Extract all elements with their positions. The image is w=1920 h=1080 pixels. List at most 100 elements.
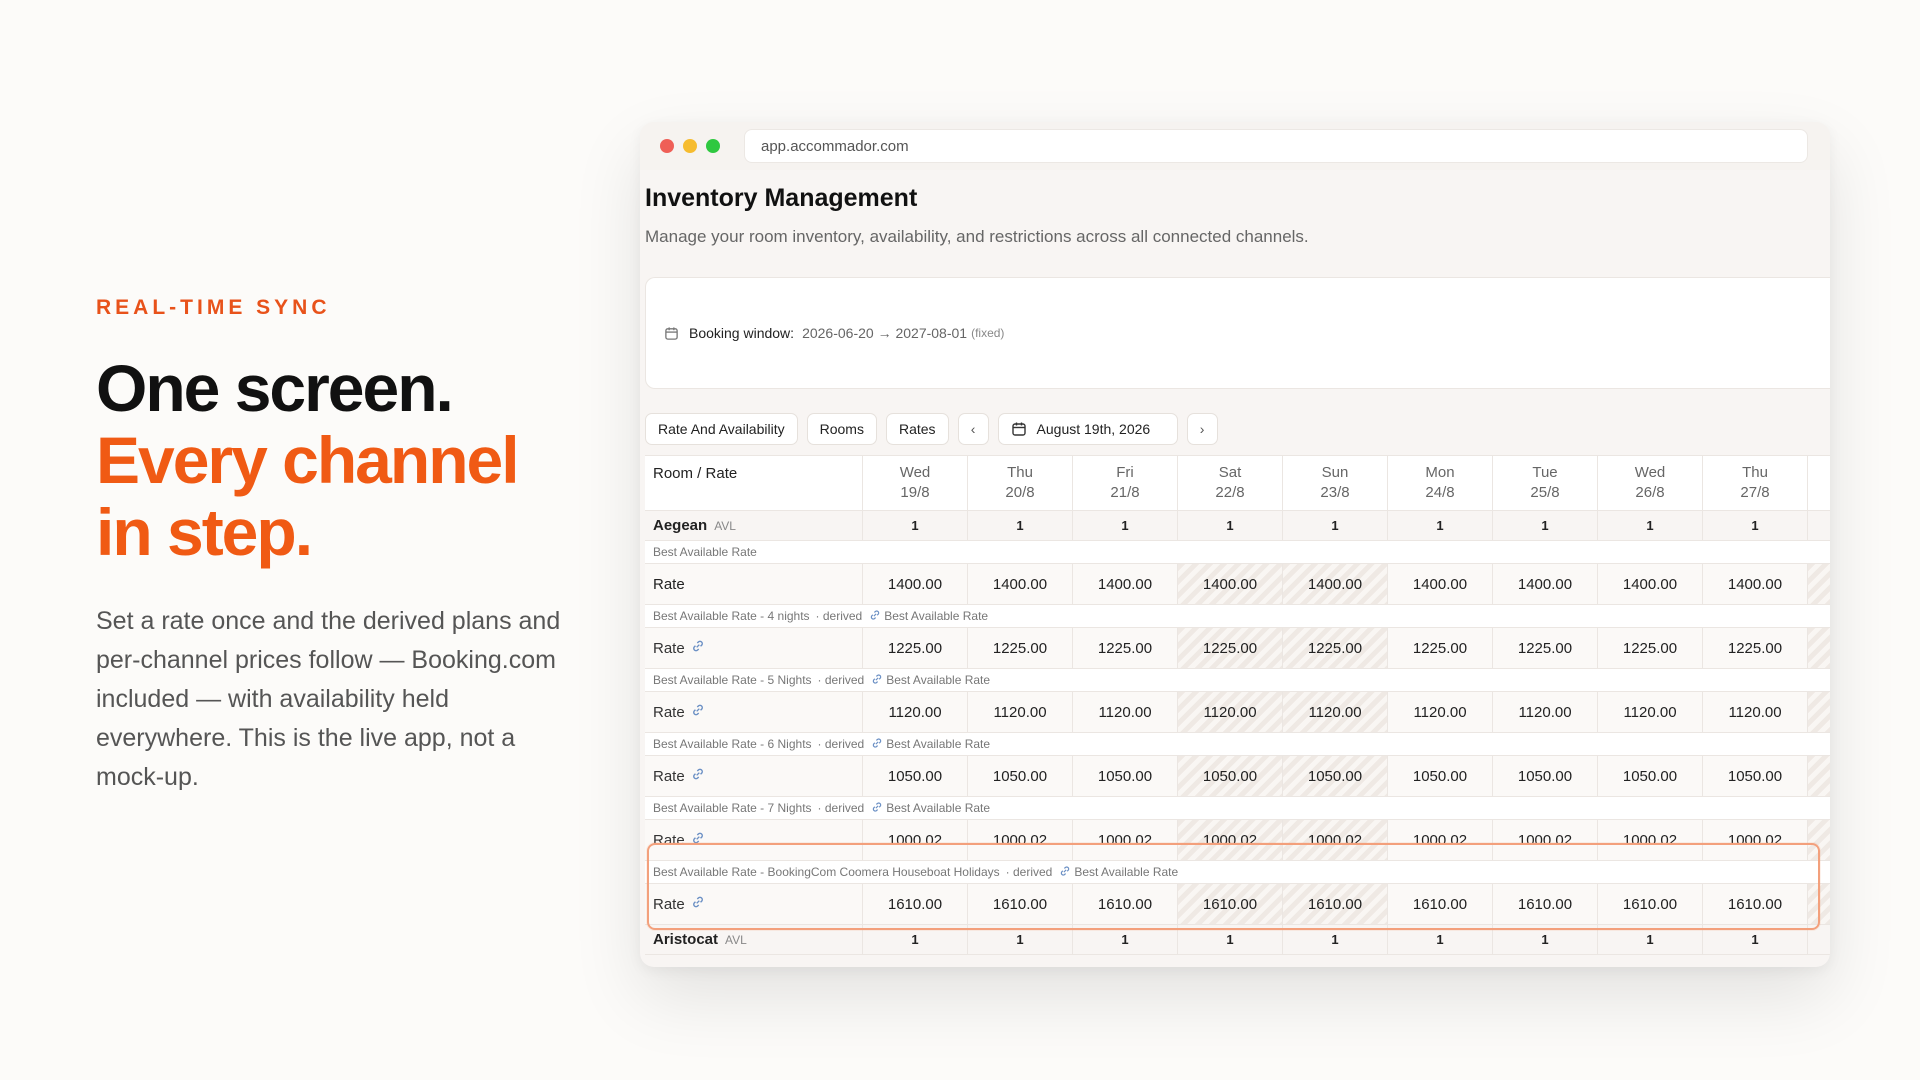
rate-value-cell[interactable]: 1225.00 [1703, 628, 1808, 668]
eyebrow: REAL-TIME SYNC [96, 296, 331, 319]
rate-value-cell[interactable]: 1000.02 [1493, 820, 1598, 860]
rate-value-cell[interactable]: 1225.00 [1388, 628, 1493, 668]
rate-value-cell[interactable]: 1120.00 [1283, 692, 1388, 732]
availability-cell[interactable]: 1 [1388, 925, 1493, 954]
rate-value-cell[interactable]: 1000.02 [1073, 820, 1178, 860]
rate-label-cell: Rate [645, 692, 863, 732]
address-bar[interactable]: app.accommador.com [744, 129, 1808, 163]
maximize-dot-icon[interactable] [706, 139, 720, 153]
availability-cell[interactable]: 1 [1493, 925, 1598, 954]
rate-value-cell[interactable]: 1610.00 [1703, 884, 1808, 924]
rate-label-cell: Rate [645, 564, 863, 604]
rate-value-cell[interactable]: 1050.00 [1073, 756, 1178, 796]
rate-value-cell[interactable]: 1120.00 [968, 692, 1073, 732]
rate-value-cell[interactable]: 1400.00 [1493, 564, 1598, 604]
rate-value-cell[interactable]: 1400.00 [1598, 564, 1703, 604]
next-date-button[interactable]: › [1186, 413, 1218, 445]
tab-rates[interactable]: Rates [885, 413, 949, 445]
rate-value-cell[interactable]: 1050.00 [1703, 756, 1808, 796]
rate-value-cell[interactable]: 1050.00 [1598, 756, 1703, 796]
rate-value-cell[interactable]: 1120.00 [863, 692, 968, 732]
availability-cell[interactable]: 1 [1388, 511, 1493, 540]
rate-value-cell[interactable]: 1225.00 [1073, 628, 1178, 668]
minimize-dot-icon[interactable] [683, 139, 697, 153]
rate-value-cell[interactable]: 1050.00 [1178, 756, 1283, 796]
rate-value-cell[interactable]: 1225.00 [1598, 628, 1703, 668]
availability-cell[interactable]: 1 [1073, 511, 1178, 540]
availability-cell[interactable]: 1 [1703, 925, 1808, 954]
rate-value-cell[interactable]: 1120.00 [1178, 692, 1283, 732]
rate-value-cell[interactable]: 1120.00 [1493, 692, 1598, 732]
availability-cell[interactable]: 1 [1703, 511, 1808, 540]
room-name-cell[interactable]: Aristocat AVL [645, 925, 863, 954]
rate-value-cell[interactable]: 1400.00 [1073, 564, 1178, 604]
close-dot-icon[interactable] [660, 139, 674, 153]
rate-value-cell[interactable]: 1610.00 [1178, 884, 1283, 924]
rate-value-cell[interactable]: 1120.00 [1388, 692, 1493, 732]
availability-cell[interactable]: 1 [968, 925, 1073, 954]
rate-value-cell[interactable]: 1400.00 [1283, 564, 1388, 604]
rate-value-cell[interactable]: 1050.00 [968, 756, 1073, 796]
tab-rooms[interactable]: Rooms [806, 413, 877, 445]
rate-value-cell[interactable]: 1610.00 [1073, 884, 1178, 924]
day-date: 25/8 [1530, 484, 1560, 501]
rate-value-cell[interactable]: 1000.02 [1388, 820, 1493, 860]
date-picker-label: August 19th, 2026 [1036, 421, 1151, 437]
rate-value-cell[interactable]: 1000.02 [1283, 820, 1388, 860]
booking-window-card: Booking window: 2026-06-20 → 2027-08-01 … [645, 277, 1830, 389]
rate-value-cell[interactable]: 1000.02 [1178, 820, 1283, 860]
rate-value-cell[interactable]: 1610.00 [968, 884, 1073, 924]
rate-value-cell[interactable]: 1120.00 [1073, 692, 1178, 732]
availability-cell[interactable]: 1 [863, 925, 968, 954]
availability-cell[interactable]: 1 [1283, 511, 1388, 540]
availability-cell[interactable]: 1 [968, 511, 1073, 540]
availability-cell[interactable]: 1 [1073, 925, 1178, 954]
availability-cell[interactable]: 1 [1283, 925, 1388, 954]
rate-value-cell[interactable]: 1225.00 [1178, 628, 1283, 668]
rate-value-cell[interactable]: 1000.02 [1703, 820, 1808, 860]
rate-value-cell[interactable]: 1225.00 [1283, 628, 1388, 668]
date-picker-button[interactable]: August 19th, 2026 [997, 413, 1178, 445]
rate-value-cell[interactable]: 1610.00 [1598, 884, 1703, 924]
rate-value-cell[interactable]: 1050.00 [1493, 756, 1598, 796]
parent-rate-plan: Best Available Rate [1074, 865, 1179, 879]
rate-value-cell[interactable]: 1225.00 [1493, 628, 1598, 668]
rate-value-cell[interactable]: 1225.00 [968, 628, 1073, 668]
rate-value-cell[interactable]: 1400.00 [968, 564, 1073, 604]
rate-value-cell[interactable]: 1610.00 [1388, 884, 1493, 924]
hero: REAL-TIME SYNC One screen. Every channel… [96, 296, 596, 797]
derived-tag: · derived [817, 673, 865, 687]
rate-label: Rate [653, 831, 685, 849]
availability-cell[interactable]: 1 [1598, 511, 1703, 540]
rate-value-cell[interactable]: 1400.00 [1388, 564, 1493, 604]
tab-rate-and-availability[interactable]: Rate And Availability [645, 413, 798, 445]
availability-cell[interactable]: 1 [1598, 925, 1703, 954]
link-icon [871, 673, 883, 688]
rate-value-cell[interactable]: 1050.00 [1283, 756, 1388, 796]
rate-value-cell[interactable]: 1225.00 [863, 628, 968, 668]
rate-value-cell[interactable]: 1000.02 [968, 820, 1073, 860]
rate-value-cell[interactable]: 1000.02 [863, 820, 968, 860]
derived-tag: · derived [815, 609, 863, 623]
rate-value-cell[interactable]: 1610.00 [1283, 884, 1388, 924]
parent-rate-plan: Best Available Rate [886, 737, 991, 751]
prev-date-button[interactable]: ‹ [957, 413, 989, 445]
rate-value-cell[interactable]: 1610.00 [1493, 884, 1598, 924]
rate-value-cell[interactable]: 1000.02 [1598, 820, 1703, 860]
availability-cell[interactable]: 1 [1178, 511, 1283, 540]
rate-value-cell[interactable]: 1400.00 [1703, 564, 1808, 604]
rate-value-cell[interactable]: 1400.00 [863, 564, 968, 604]
rate-value-cell[interactable]: 1610.00 [863, 884, 968, 924]
day-of-week: Tue [1532, 464, 1558, 481]
availability-cell[interactable]: 1 [863, 511, 968, 540]
rate-value-cell[interactable]: 1400.00 [1178, 564, 1283, 604]
rate-value-cell[interactable]: 1120.00 [1598, 692, 1703, 732]
day-date: 27/8 [1740, 484, 1770, 501]
rate-value-cell[interactable]: 1050.00 [863, 756, 968, 796]
rate-value-cell[interactable]: 1050.00 [1388, 756, 1493, 796]
availability-cell[interactable]: 1 [1178, 925, 1283, 954]
rate-value-cell[interactable]: 1120.00 [1703, 692, 1808, 732]
availability-cell[interactable]: 1 [1493, 511, 1598, 540]
derived-tag: · derived [817, 737, 865, 751]
room-name-cell[interactable]: Aegean AVL [645, 511, 863, 540]
